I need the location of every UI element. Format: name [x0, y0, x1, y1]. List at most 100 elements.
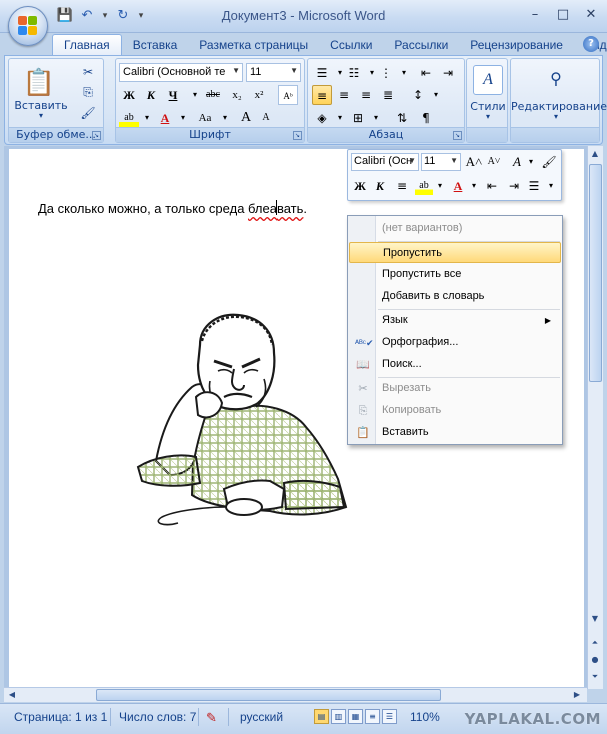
full-screen-reading-icon[interactable]: ▥	[331, 709, 346, 724]
mini-font-color-dropdown-icon[interactable]: ▾	[465, 177, 483, 195]
zoom-level[interactable]: 110%	[410, 710, 440, 724]
horizontal-scrollbar[interactable]: ◀ ▶	[4, 687, 587, 702]
strikethrough-button[interactable]: abc	[203, 85, 223, 105]
mini-bullets-icon[interactable]: ☰	[525, 177, 543, 195]
shading-icon[interactable]: ◈	[312, 108, 332, 128]
tab-review[interactable]: Рецензирование	[459, 35, 574, 55]
highlight-button[interactable]: ab	[119, 108, 139, 128]
paste-dropdown-icon[interactable]: ▾	[13, 111, 69, 120]
mini-font-name-combo[interactable]: Calibri (Осн ▼	[351, 153, 419, 171]
borders-dropdown-icon[interactable]: ▾	[366, 108, 386, 128]
borders-icon[interactable]: ⊞	[348, 108, 368, 128]
font-name-combo[interactable]: Calibri (Основной те ▼	[119, 63, 243, 82]
horizontal-scroll-thumb[interactable]	[96, 689, 441, 701]
menu-item-ignore[interactable]: Пропустить	[349, 242, 561, 263]
tab-mailings[interactable]: Рассылки	[383, 35, 459, 55]
mini-decrease-indent-icon[interactable]: ⇤	[483, 177, 501, 195]
next-page-icon[interactable]: ⏷	[588, 670, 602, 684]
font-color-button[interactable]: A	[155, 108, 175, 128]
menu-item-add-to-dictionary[interactable]: Добавить в словарь	[349, 286, 561, 307]
font-launcher-icon[interactable]: ↘	[293, 131, 302, 140]
document-text[interactable]: Да сколько можно, а только среда блеават…	[38, 200, 307, 216]
previous-page-icon[interactable]: ⏶	[588, 636, 602, 650]
mini-format-painter-icon[interactable]: 🖌	[540, 153, 558, 171]
menu-item-ignore-all[interactable]: Пропустить все	[349, 264, 561, 285]
scroll-down-icon[interactable]: ▼	[588, 612, 602, 626]
maximize-button[interactable]: □	[553, 6, 573, 24]
line-spacing-icon[interactable]: ↕	[408, 85, 428, 105]
mini-italic-button[interactable]: К	[371, 177, 389, 195]
styles-dropdown-icon[interactable]: ▾	[467, 112, 509, 121]
underline-button[interactable]: Ч	[163, 85, 183, 105]
cut-icon[interactable]: ✂	[79, 63, 97, 81]
paste-icon[interactable]: 📋	[17, 63, 61, 103]
vertical-scroll-thumb[interactable]	[589, 164, 602, 382]
clipboard-launcher-icon[interactable]: ↘	[92, 131, 101, 140]
copy-icon[interactable]: ⎘	[79, 83, 97, 101]
page-count[interactable]: Страница: 1 из 1	[14, 710, 107, 724]
mini-increase-indent-icon[interactable]: ⇥	[505, 177, 523, 195]
web-layout-icon[interactable]: ▦	[348, 709, 363, 724]
tab-home[interactable]: Главная	[52, 34, 122, 55]
styles-icon[interactable]: A	[473, 65, 503, 95]
proofing-errors-icon[interactable]: ✎	[206, 710, 217, 726]
vertical-scrollbar[interactable]: ▲ ▼ ⏶ ● ⏷	[587, 146, 603, 689]
numbering-icon[interactable]: ☷	[344, 63, 364, 83]
align-center-icon[interactable]: ≡	[334, 85, 354, 105]
tab-references[interactable]: Ссылки	[319, 35, 383, 55]
language-indicator[interactable]: русский	[240, 710, 283, 724]
tab-insert[interactable]: Вставка	[122, 35, 189, 55]
word-count[interactable]: Число слов: 7	[119, 710, 196, 724]
multilevel-list-icon[interactable]: ⋮	[376, 63, 396, 83]
office-button[interactable]	[8, 6, 48, 46]
sort-icon[interactable]: ⇅	[392, 108, 412, 128]
italic-button[interactable]: К	[141, 85, 161, 105]
menu-item-spelling[interactable]: ᴬᴮᶜ✔ Орфография...	[349, 332, 561, 353]
close-button[interactable]: ✕	[581, 6, 601, 24]
scroll-right-icon[interactable]: ▶	[570, 688, 584, 702]
menu-item-language[interactable]: Язык ▶	[349, 310, 561, 331]
help-icon[interactable]: ?	[583, 36, 599, 52]
mini-center-icon[interactable]: ≡	[393, 177, 411, 195]
format-painter-icon[interactable]: 🖌	[79, 104, 97, 122]
editing-dropdown-icon[interactable]: ▾	[511, 112, 601, 121]
mini-bold-button[interactable]: Ж	[351, 177, 369, 195]
multilevel-dropdown-icon[interactable]: ▾	[394, 63, 414, 83]
superscript-button[interactable]: x²	[249, 85, 269, 105]
align-left-icon[interactable]: ≡	[312, 85, 332, 105]
outline-view-icon[interactable]: ≡	[365, 709, 380, 724]
justify-icon[interactable]: ≣	[378, 85, 398, 105]
change-case-button[interactable]: Aa	[195, 108, 215, 128]
scroll-up-icon[interactable]: ▲	[588, 147, 602, 161]
minimize-button[interactable]: –	[525, 6, 545, 24]
mini-bullets-dropdown-icon[interactable]: ▾	[542, 177, 560, 195]
select-browse-object-icon[interactable]: ●	[588, 653, 602, 667]
bold-button[interactable]: Ж	[119, 85, 139, 105]
line-spacing-dropdown-icon[interactable]: ▾	[426, 85, 446, 105]
print-layout-view-icon[interactable]: ▤	[314, 709, 329, 724]
align-right-icon[interactable]: ≡	[356, 85, 376, 105]
increase-indent-icon[interactable]: ⇥	[438, 63, 458, 83]
font-size-combo[interactable]: 11 ▼	[246, 63, 301, 82]
clear-formatting-icon[interactable]: Aᵇ	[278, 85, 298, 105]
subscript-button[interactable]: x₂	[227, 85, 247, 105]
mini-styles-dropdown-icon[interactable]: ▾	[522, 153, 540, 171]
highlight-dropdown-icon[interactable]: ▾	[137, 108, 157, 128]
font-color-dropdown-icon[interactable]: ▾	[173, 108, 193, 128]
mini-highlight-dropdown-icon[interactable]: ▾	[431, 177, 449, 195]
underline-dropdown-icon[interactable]: ▾	[185, 85, 205, 105]
draft-view-icon[interactable]: ☰	[382, 709, 397, 724]
menu-item-research[interactable]: 📖 Поиск...	[349, 354, 561, 375]
grow-font-button[interactable]: A	[236, 108, 256, 128]
show-marks-icon[interactable]: ¶	[416, 108, 436, 128]
bullets-icon[interactable]: ☰	[312, 63, 332, 83]
mini-shrink-font-icon[interactable]: A˅	[485, 153, 503, 171]
misspelled-word[interactable]: блеавать	[248, 200, 303, 216]
menu-item-paste[interactable]: 📋 Вставить	[349, 422, 561, 443]
mini-font-size-combo[interactable]: 11 ▼	[421, 153, 461, 171]
paragraph-launcher-icon[interactable]: ↘	[453, 131, 462, 140]
tab-page-layout[interactable]: Разметка страницы	[188, 35, 319, 55]
scroll-left-icon[interactable]: ◀	[5, 688, 19, 702]
decrease-indent-icon[interactable]: ⇤	[416, 63, 436, 83]
mini-grow-font-icon[interactable]: A˄	[465, 153, 483, 171]
